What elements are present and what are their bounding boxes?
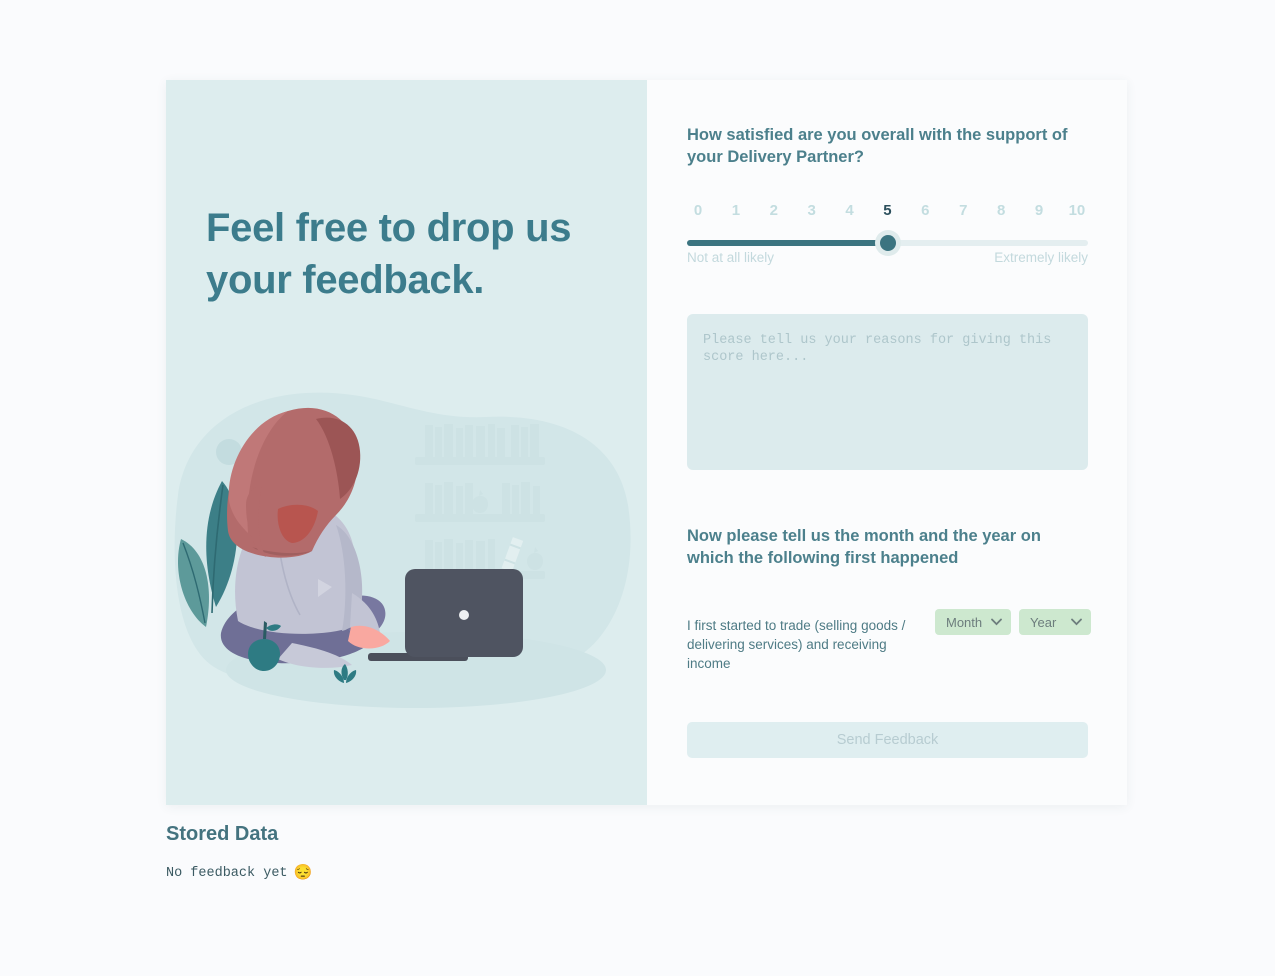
first-trade-label: I first started to trade (selling goods … <box>687 618 906 671</box>
sad-face-icon: 😔 <box>293 865 313 882</box>
slider-min-label: Not at all likely <box>687 250 775 265</box>
send-feedback-button[interactable]: Send Feedback <box>687 722 1088 758</box>
slider-track-fill <box>687 240 888 246</box>
nps-scale-numbers: 0 1 2 3 4 5 6 7 8 9 10 <box>687 202 1088 219</box>
first-trade-row: I first started to trade (selling goods … <box>687 603 1091 673</box>
month-select-value: Month <box>946 614 983 630</box>
woman-sitting-with-laptop-illustration <box>174 392 631 708</box>
slider-end-labels: Not at all likely Extremely likely <box>687 250 1088 265</box>
scale-number-10[interactable]: 10 <box>1066 202 1088 219</box>
scale-number-2[interactable]: 2 <box>763 202 785 219</box>
stored-data-empty-text: No feedback yet <box>166 866 288 881</box>
feedback-card: Feel free to drop us your feedback. How … <box>166 80 1127 805</box>
scale-number-7[interactable]: 7 <box>952 202 974 219</box>
laptop-logo-dot <box>459 610 469 620</box>
chevron-down-icon <box>1071 618 1082 626</box>
feedback-form-panel: How satisfied are you overall with the s… <box>647 80 1127 805</box>
scale-number-0[interactable]: 0 <box>687 202 709 219</box>
stored-data-title: Stored Data <box>166 823 279 845</box>
scale-number-3[interactable]: 3 <box>801 202 823 219</box>
scale-number-9[interactable]: 9 <box>1028 202 1050 219</box>
chevron-down-icon <box>991 618 1002 626</box>
reason-textarea[interactable] <box>687 314 1088 470</box>
hero-panel: Feel free to drop us your feedback. <box>166 80 647 805</box>
scale-number-1[interactable]: 1 <box>725 202 747 219</box>
scale-number-8[interactable]: 8 <box>990 202 1012 219</box>
question-2-title: Now please tell us the month and the yea… <box>687 527 1041 567</box>
year-select[interactable]: Year <box>1019 609 1091 635</box>
month-select[interactable]: Month <box>935 609 1011 635</box>
hero-title: Feel free to drop us your feedback. <box>206 206 572 302</box>
scale-number-4[interactable]: 4 <box>839 202 861 219</box>
shelf-3-books <box>425 539 495 571</box>
date-selects: Month Year <box>935 603 1091 635</box>
feedback-page: Feel free to drop us your feedback. How … <box>0 0 1275 976</box>
question-1-title: How satisfied are you overall with the s… <box>687 126 1068 166</box>
stored-data-empty-state: No feedback yet 😔 <box>166 866 312 881</box>
slider-max-label: Extremely likely <box>994 250 1088 265</box>
scale-number-5[interactable]: 5 <box>876 202 898 219</box>
scale-number-6[interactable]: 6 <box>914 202 936 219</box>
year-select-value: Year <box>1030 614 1057 630</box>
